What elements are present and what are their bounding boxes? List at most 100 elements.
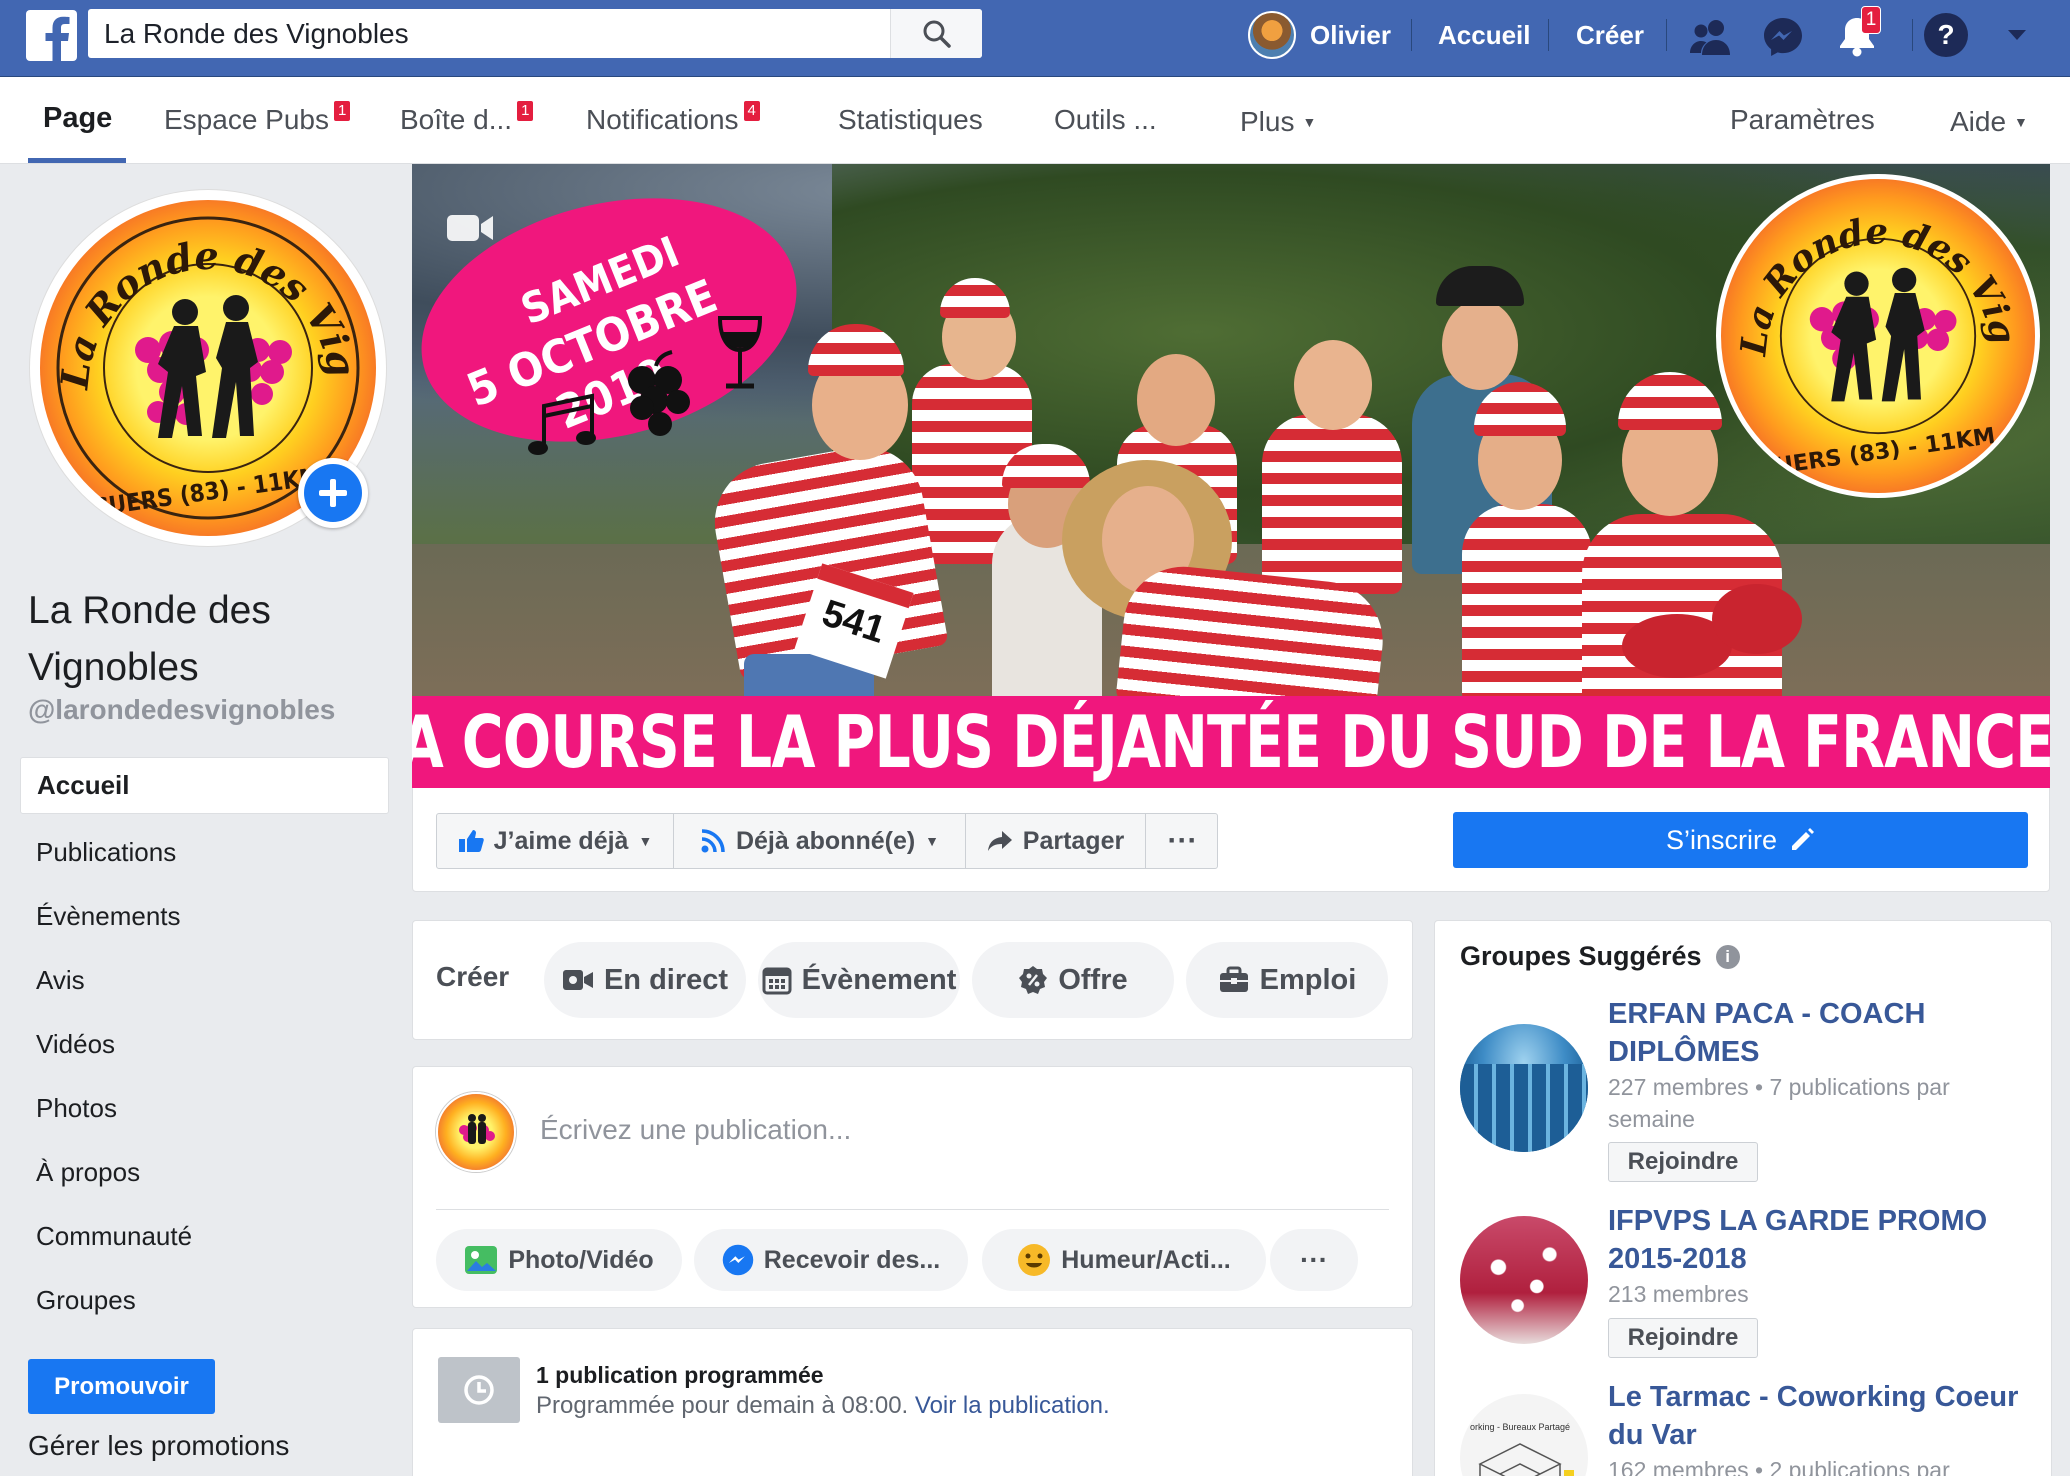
notifications-count-badge: 1 [1861, 6, 1881, 34]
messenger-icon[interactable] [1760, 14, 1806, 60]
sidebar-item-label: Vidéos [36, 1028, 116, 1059]
user-profile-link[interactable]: Olivier [1248, 10, 1391, 60]
tab-active-underline [28, 158, 126, 163]
tab-help[interactable]: Aide ▼ [1950, 106, 2028, 138]
sidebar-item-photos[interactable]: Photos [20, 1076, 389, 1140]
sidebar-item-about[interactable]: À propos [20, 1140, 389, 1204]
dropdown-caret-icon: ▼ [925, 833, 940, 849]
group-info: IFPVPS LA GARDE PROMO 2015-2018 213 membr… [1608, 1202, 2038, 1310]
view-post-link[interactable]: Voir la publication. [915, 1392, 1110, 1419]
like-button[interactable]: J’aime déjà ▼ [437, 814, 674, 868]
cover-photo[interactable]: SAMEDI 5 OCTOBRE 2019 541 La Ronde des V… [412, 164, 2050, 788]
follow-button[interactable]: Déjà abonné(e) ▼ [674, 814, 966, 868]
cover-logo: La Ronde des Vignobles CUERS (83) - 11KM [1716, 174, 2040, 498]
briefcase-icon [1218, 966, 1250, 994]
facebook-logo-icon[interactable] [26, 10, 77, 61]
composer-more-button[interactable]: ··· [1270, 1229, 1358, 1291]
tab-notifications-badge: 4 [742, 100, 761, 122]
sidebar-item-home[interactable]: Accueil [20, 757, 389, 814]
account-menu-chevron-icon[interactable] [2004, 22, 2030, 48]
photo-icon [464, 1245, 498, 1275]
cover-logo-bottom-text: CUERS (83) - 11KM [1757, 423, 1997, 482]
feeling-activity-button[interactable]: Humeur/Acti... [982, 1229, 1266, 1291]
sidebar-item-events[interactable]: Évènements [20, 884, 389, 948]
runners-silhouette [158, 295, 258, 438]
search-button[interactable] [890, 9, 982, 58]
get-messages-label: Recevoir des... [763, 1245, 941, 1274]
sidebar-item-groups[interactable]: Groupes [20, 1268, 389, 1332]
scheduled-text-row: Programmée pour demain à 08:00. Voir la … [536, 1392, 1110, 1420]
sidebar-item-label: Accueil [37, 770, 130, 800]
friend-requests-icon[interactable] [1688, 14, 1734, 60]
group-info: Le Tarmac - Coworking Coeur du Var 162 me… [1608, 1378, 2038, 1476]
video-camera-icon[interactable] [446, 210, 494, 246]
promote-button[interactable]: Promouvoir [28, 1359, 215, 1414]
follow-label: Déjà abonné(e) [735, 826, 916, 855]
sidebar-item-label: Groupes [36, 1284, 136, 1315]
tab-insights[interactable]: Statistiques [838, 104, 983, 136]
group-name[interactable]: ERFAN PACA - COACH DIPLÔMES [1608, 995, 2038, 1071]
group-info: ERFAN PACA - COACH DIPLÔMES 227 membres •… [1608, 995, 2038, 1135]
sidebar-item-videos[interactable]: Vidéos [20, 1012, 389, 1076]
search-bar[interactable]: La Ronde des Vignobles [88, 9, 982, 58]
search-icon [922, 19, 952, 49]
page-title[interactable]: La Ronde des Vignobles [28, 582, 328, 696]
dropdown-caret-icon: ▼ [2014, 114, 2028, 130]
create-job-label: Emploi [1259, 963, 1357, 996]
tab-tools[interactable]: Outils ... [1054, 104, 1157, 136]
group-name-line: ERFAN PACA - COACH [1608, 998, 1926, 1030]
photo-video-label: Photo/Vidéo [508, 1245, 654, 1274]
share-button[interactable]: Partager [966, 814, 1146, 868]
photo-video-button[interactable]: Photo/Vidéo [436, 1229, 682, 1291]
create-offer-button[interactable]: Offre [972, 942, 1174, 1018]
get-messages-button[interactable]: Recevoir des... [694, 1229, 968, 1291]
join-group-button[interactable]: Rejoindre [1608, 1318, 1758, 1358]
divider [1666, 19, 1667, 51]
group-thumbnail[interactable]: orking - Bureaux Partagé [1460, 1394, 1588, 1476]
composer-input[interactable]: Écrivez une publication... [540, 1114, 1380, 1146]
more-options-button[interactable]: ··· [1146, 814, 1217, 868]
tab-settings[interactable]: Paramètres [1730, 104, 1875, 136]
sidebar-item-reviews[interactable]: Avis [20, 948, 389, 1012]
group-name[interactable]: IFPVPS LA GARDE PROMO 2015-2018 [1608, 1202, 2038, 1278]
info-icon[interactable]: i [1715, 944, 1740, 969]
add-photo-button[interactable] [298, 458, 368, 528]
tab-inbox[interactable]: Boîte d... 1 [400, 100, 535, 136]
create-job-button[interactable]: Emploi [1186, 942, 1388, 1018]
go-live-button[interactable]: En direct [544, 942, 746, 1018]
group-name[interactable]: Le Tarmac - Coworking Coeur du Var [1608, 1378, 2038, 1454]
tab-more[interactable]: Plus ▼ [1240, 106, 1316, 138]
go-live-label: En direct [603, 963, 729, 996]
help-icon[interactable]: ? [1924, 13, 1968, 57]
cover-banner-text: LA COURSE LA PLUS DÉJANTÉE DU SUD DE LA … [412, 700, 2050, 784]
group-thumbnail[interactable] [1460, 1216, 1588, 1344]
rss-follow-icon [700, 828, 726, 854]
composer-avatar [436, 1092, 516, 1172]
join-group-button[interactable]: Rejoindre [1608, 1142, 1758, 1182]
create-offer-label: Offre [1058, 963, 1128, 996]
signup-button[interactable]: S’inscrire [1453, 812, 2028, 868]
tab-notifications[interactable]: Notifications 4 [586, 100, 761, 136]
sidebar-item-posts[interactable]: Publications [20, 820, 389, 884]
group-meta: 213 membres [1608, 1281, 1749, 1307]
sidebar-nav: Accueil Publications Évènements Avis Vid… [20, 757, 389, 1332]
divider [1411, 19, 1412, 51]
runners-group: 541 [562, 254, 1802, 744]
tab-ads-badge: 1 [333, 100, 352, 122]
nav-home-link[interactable]: Accueil [1438, 18, 1531, 52]
search-input[interactable]: La Ronde des Vignobles [88, 9, 890, 58]
nav-create-link[interactable]: Créer [1576, 18, 1644, 52]
tab-more-label: Plus [1240, 106, 1295, 137]
page-handle[interactable]: @larondedesvignobles [28, 694, 335, 726]
tab-help-label: Aide [1950, 106, 2007, 137]
group-name-line: DIPLÔMES [1608, 1036, 1760, 1068]
tab-page[interactable]: Page [43, 102, 112, 135]
sidebar-item-community[interactable]: Communauté [20, 1204, 389, 1268]
plus-icon [304, 464, 362, 522]
live-video-icon [562, 967, 594, 993]
group-thumbnail[interactable] [1460, 1024, 1588, 1152]
create-event-button[interactable]: Évènement [758, 942, 960, 1018]
like-label: J’aime déjà [493, 826, 629, 855]
tab-ads[interactable]: Espace Pubs 1 [164, 100, 352, 136]
manage-promotions-link[interactable]: Gérer les promotions [28, 1430, 289, 1462]
